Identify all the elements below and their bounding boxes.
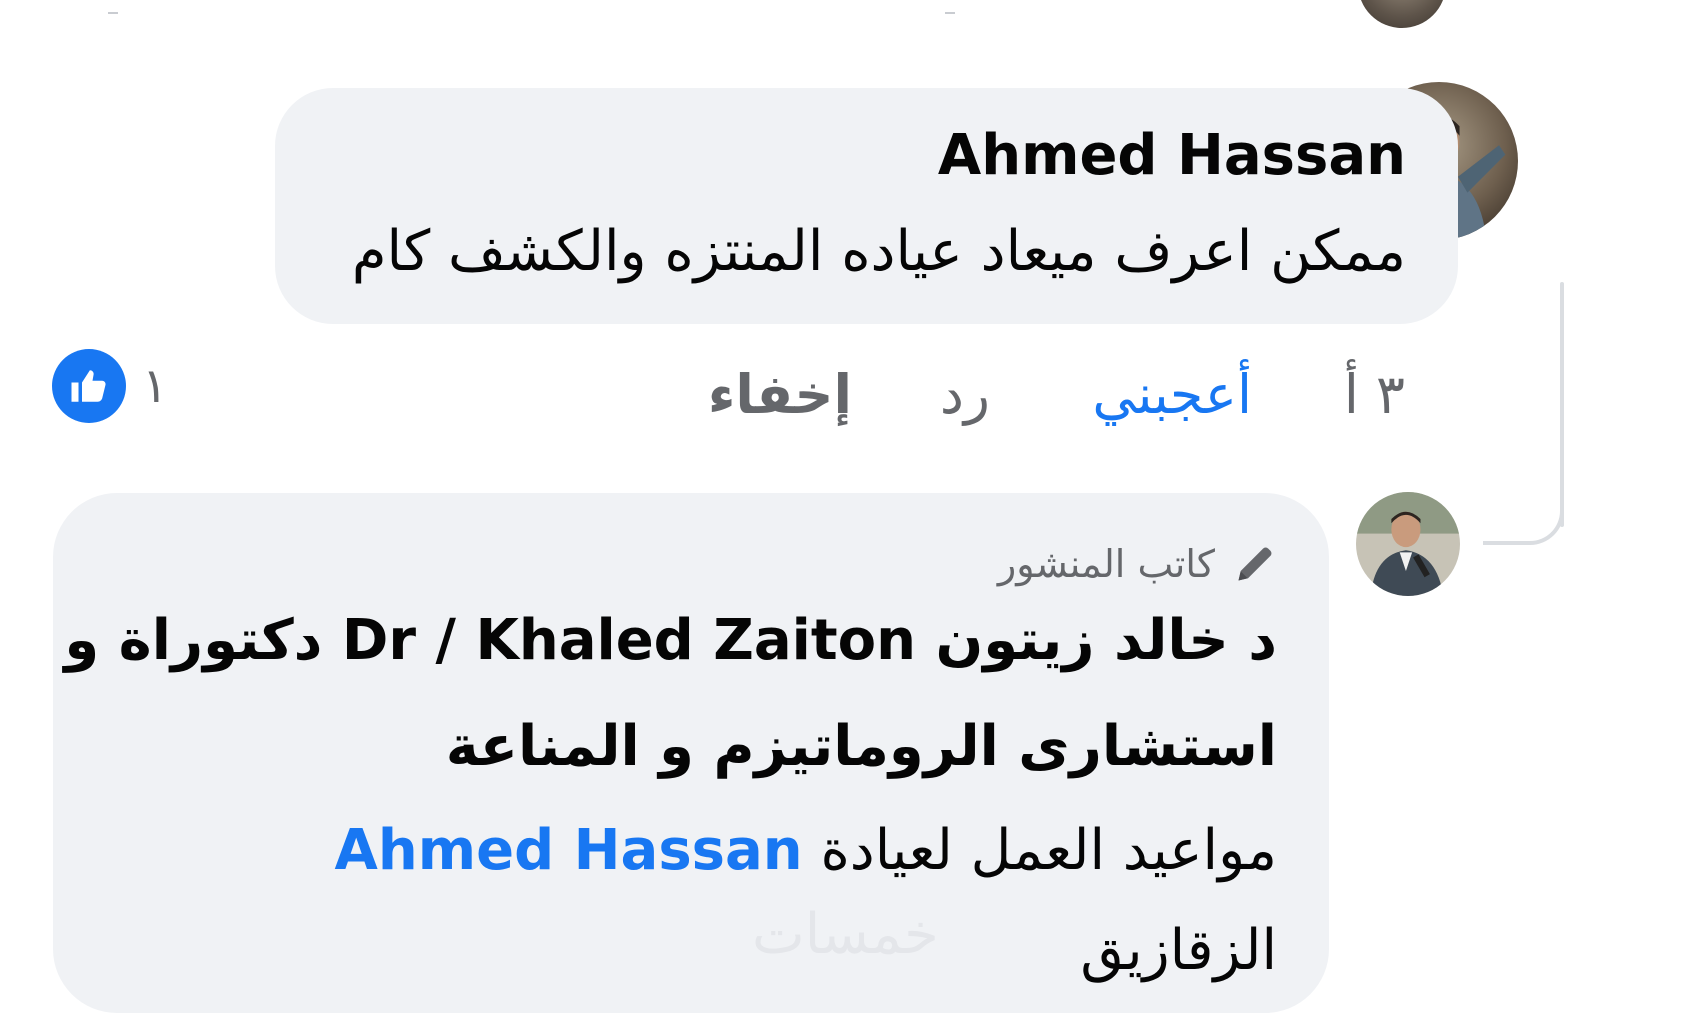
comment-author[interactable]: Ahmed Hassan (938, 124, 1406, 188)
pen-icon (1238, 547, 1272, 581)
watermark: خمسات (752, 902, 939, 967)
page-author-avatar[interactable] (1356, 492, 1460, 596)
reaction-count: ١ (142, 358, 168, 414)
reply-bubble: كاتب المنشور د خالد زيتون Dr / Khaled Za… (53, 493, 1329, 1013)
like-button[interactable]: أعجبني (1092, 360, 1252, 430)
divider (108, 12, 118, 14)
comment-text: ممكن اعرف ميعاد عياده المنتزه والكشف كام (351, 219, 1406, 284)
thumbs-up-icon (52, 349, 126, 423)
previous-avatar[interactable] (1358, 0, 1446, 28)
author-badge: كاتب المنشور (998, 535, 1277, 593)
author-badge-label: كاتب المنشور (997, 542, 1215, 586)
reply-line-3: مواعيد العمل لعيادة Ahmed Hassan (335, 815, 1277, 887)
mention-link[interactable]: Ahmed Hassan (335, 818, 803, 883)
comment-bubble: Ahmed Hassan ممكن اعرف ميعاد عياده المنت… (275, 88, 1458, 324)
reply-line-4: الزقازيق (1080, 918, 1277, 983)
hide-button[interactable]: إخفاء (708, 360, 852, 430)
reply-author-name-en[interactable]: Dr / Khaled Zaiton (342, 608, 916, 673)
reply-author-name-ar[interactable]: د خالد زيتون (935, 608, 1277, 673)
thread-connector (1483, 478, 1564, 545)
comment-actions: ٣ أ أعجبني رد إخفاء (0, 360, 1700, 430)
reply-line-2: استشارى الروماتيزم و المناعة (445, 714, 1277, 779)
reply-button[interactable]: رد (940, 360, 990, 430)
reply-line-1: د خالد زيتون Dr / Khaled Zaiton دكتوراة … (64, 605, 1277, 677)
reply-text-line3: مواعيد العمل لعيادة (820, 818, 1277, 883)
divider (945, 12, 955, 14)
comment-timestamp[interactable]: ٣ أ (1344, 360, 1405, 430)
reply-title-part1: دكتوراة و (64, 608, 323, 673)
